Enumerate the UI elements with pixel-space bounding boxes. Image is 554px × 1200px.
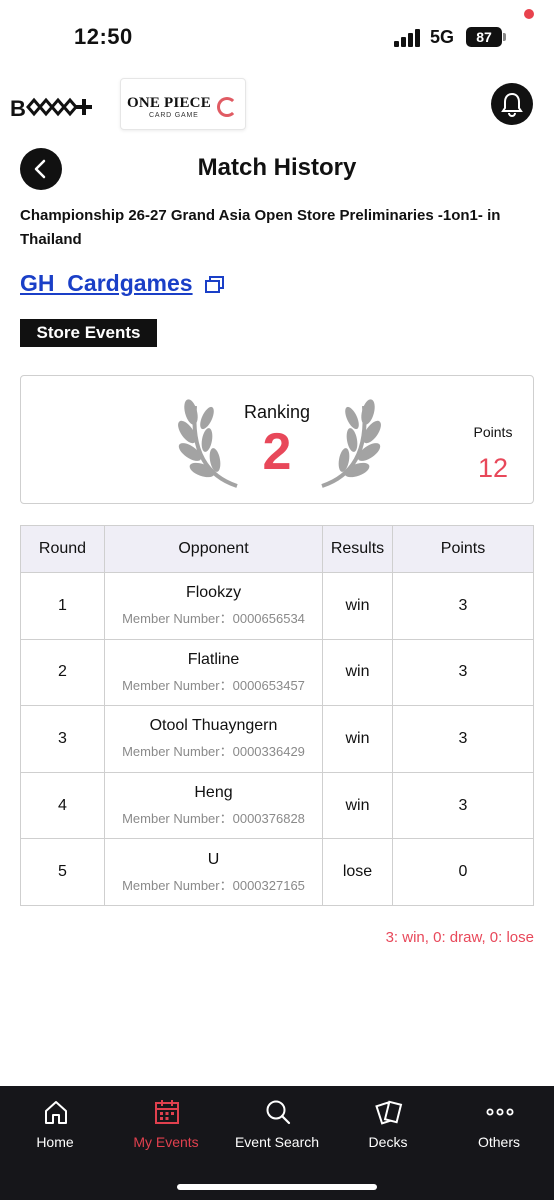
opponent-cell: Flookzy Member Number：0000656534 — [104, 572, 323, 640]
nav-my-events[interactable]: My Events — [111, 1086, 221, 1166]
round-cell: 3 — [20, 705, 105, 773]
result-cell: win — [322, 771, 393, 840]
home-icon — [45, 1101, 67, 1124]
nav-event-search[interactable]: Event Search — [222, 1086, 332, 1166]
points-value: 12 — [477, 453, 509, 483]
event-name: Championship 26-27 Grand Asia Open Store… — [20, 207, 501, 248]
header-opponent: Opponent — [104, 525, 323, 573]
nav-event-search-label: Event Search — [234, 1134, 320, 1150]
store-events-tag: Store Events — [20, 319, 157, 347]
header-results: Results — [322, 525, 393, 573]
nav-decks[interactable]: Decks — [333, 1086, 443, 1166]
member-number: Member Number：0000653457 — [122, 677, 305, 693]
battery-tip — [503, 33, 506, 41]
calendar-icon — [155, 1100, 179, 1124]
opponent-name: U — [207, 850, 220, 868]
one-piece-logo[interactable]: ONE PIECE CARD GAME — [120, 78, 246, 130]
round-cell: 2 — [20, 638, 105, 707]
points-cell: 3 — [392, 572, 534, 640]
notification-button[interactable] — [491, 83, 533, 125]
points-cell: 0 — [392, 838, 534, 906]
external-link-icon[interactable] — [205, 276, 225, 294]
header-points: Points — [392, 525, 534, 573]
status-time: 12:50 — [74, 24, 133, 49]
points-cell: 3 — [392, 638, 534, 707]
opponent-name: Flookzy — [185, 584, 242, 602]
table-row: 1 Flookzy Member Number：0000656534 win 3 — [20, 572, 534, 640]
match-history-table: Round Opponent Results Points 1 Flookzy … — [20, 525, 534, 906]
laurel-right-icon — [321, 399, 381, 488]
nav-home[interactable]: Home — [0, 1086, 110, 1166]
opponent-cell: Flatline Member Number：0000653457 — [104, 638, 323, 707]
signal-icon — [394, 29, 422, 47]
network-label: 5G — [430, 27, 455, 47]
store-link[interactable]: GH_Cardgames — [20, 270, 193, 297]
points-cell: 3 — [392, 771, 534, 840]
opponent-name: Heng — [194, 784, 233, 802]
points-cell: 3 — [392, 705, 534, 773]
result-cell: lose — [322, 838, 393, 906]
nav-others[interactable]: Others — [444, 1086, 554, 1166]
opponent-cell: Heng Member Number：0000376828 — [104, 771, 323, 840]
nav-home-label: Home — [36, 1134, 74, 1150]
battery-icon: 87 — [466, 27, 502, 47]
member-number: Member Number：0000656534 — [122, 611, 305, 627]
ranking-card: Ranking 2 Points 12 — [20, 375, 534, 504]
page-title: Match History — [197, 154, 357, 181]
opponent-cell: U Member Number：0000327165 — [104, 838, 323, 906]
cards-icon — [375, 1100, 403, 1125]
more-icon — [486, 1108, 514, 1116]
table-row: 4 Heng Member Number：0000376828 win 3 — [20, 771, 534, 840]
opponent-cell: Otool Thuayngern Member Number：000033642… — [104, 705, 323, 773]
svg-text:B: B — [10, 96, 26, 121]
table-row: 2 Flatline Member Number：0000653457 win … — [20, 638, 534, 707]
table-header-row: Round Opponent Results Points — [20, 525, 534, 573]
member-number: Member Number：0000327165 — [122, 877, 305, 893]
result-cell: win — [322, 638, 393, 707]
result-cell: win — [322, 572, 393, 640]
points-label: Points — [473, 424, 513, 440]
nav-my-events-label: My Events — [133, 1134, 199, 1150]
opponent-name: Flatline — [187, 650, 240, 668]
app-header: B ONE PIECE CARD GAME — [0, 74, 554, 138]
result-cell: win — [322, 705, 393, 773]
notification-badge — [524, 9, 534, 19]
round-cell: 4 — [20, 771, 105, 840]
nav-decks-label: Decks — [368, 1134, 408, 1150]
round-cell: 1 — [20, 572, 105, 640]
table-row: 5 U Member Number：0000327165 lose 0 — [20, 838, 534, 906]
nav-others-label: Others — [477, 1134, 520, 1150]
one-piece-logo-sub: CARD GAME — [149, 112, 199, 119]
header-round: Round — [20, 525, 105, 573]
round-cell: 5 — [20, 838, 105, 906]
member-number: Member Number：0000376828 — [122, 811, 305, 827]
bottom-nav: Home My Events Event Search Decks Others — [0, 1086, 554, 1200]
table-row: 3 Otool Thuayngern Member Number：0000336… — [20, 705, 534, 773]
bcg-logo[interactable]: B — [10, 92, 102, 122]
logo-ring-icon — [217, 97, 237, 117]
one-piece-logo-title: ONE PIECE — [127, 95, 211, 111]
status-bar: 12:50 5G 87 — [0, 0, 554, 74]
search-icon — [266, 1100, 291, 1125]
member-number: Member Number：0000336429 — [122, 744, 305, 760]
bell-icon — [501, 92, 523, 118]
points-legend: 3: win, 0: draw, 0: lose — [385, 929, 534, 946]
home-indicator — [177, 1184, 377, 1190]
opponent-name: Otool Thuayngern — [149, 717, 278, 735]
